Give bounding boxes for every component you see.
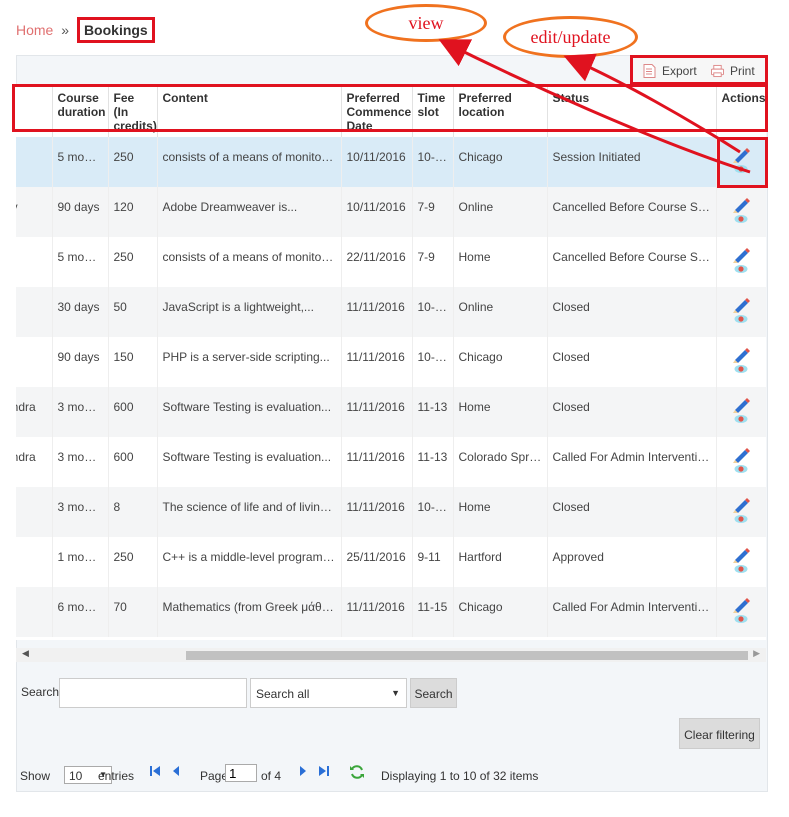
- view-arrow: [438, 39, 751, 174]
- annotation-arrows: [438, 39, 751, 174]
